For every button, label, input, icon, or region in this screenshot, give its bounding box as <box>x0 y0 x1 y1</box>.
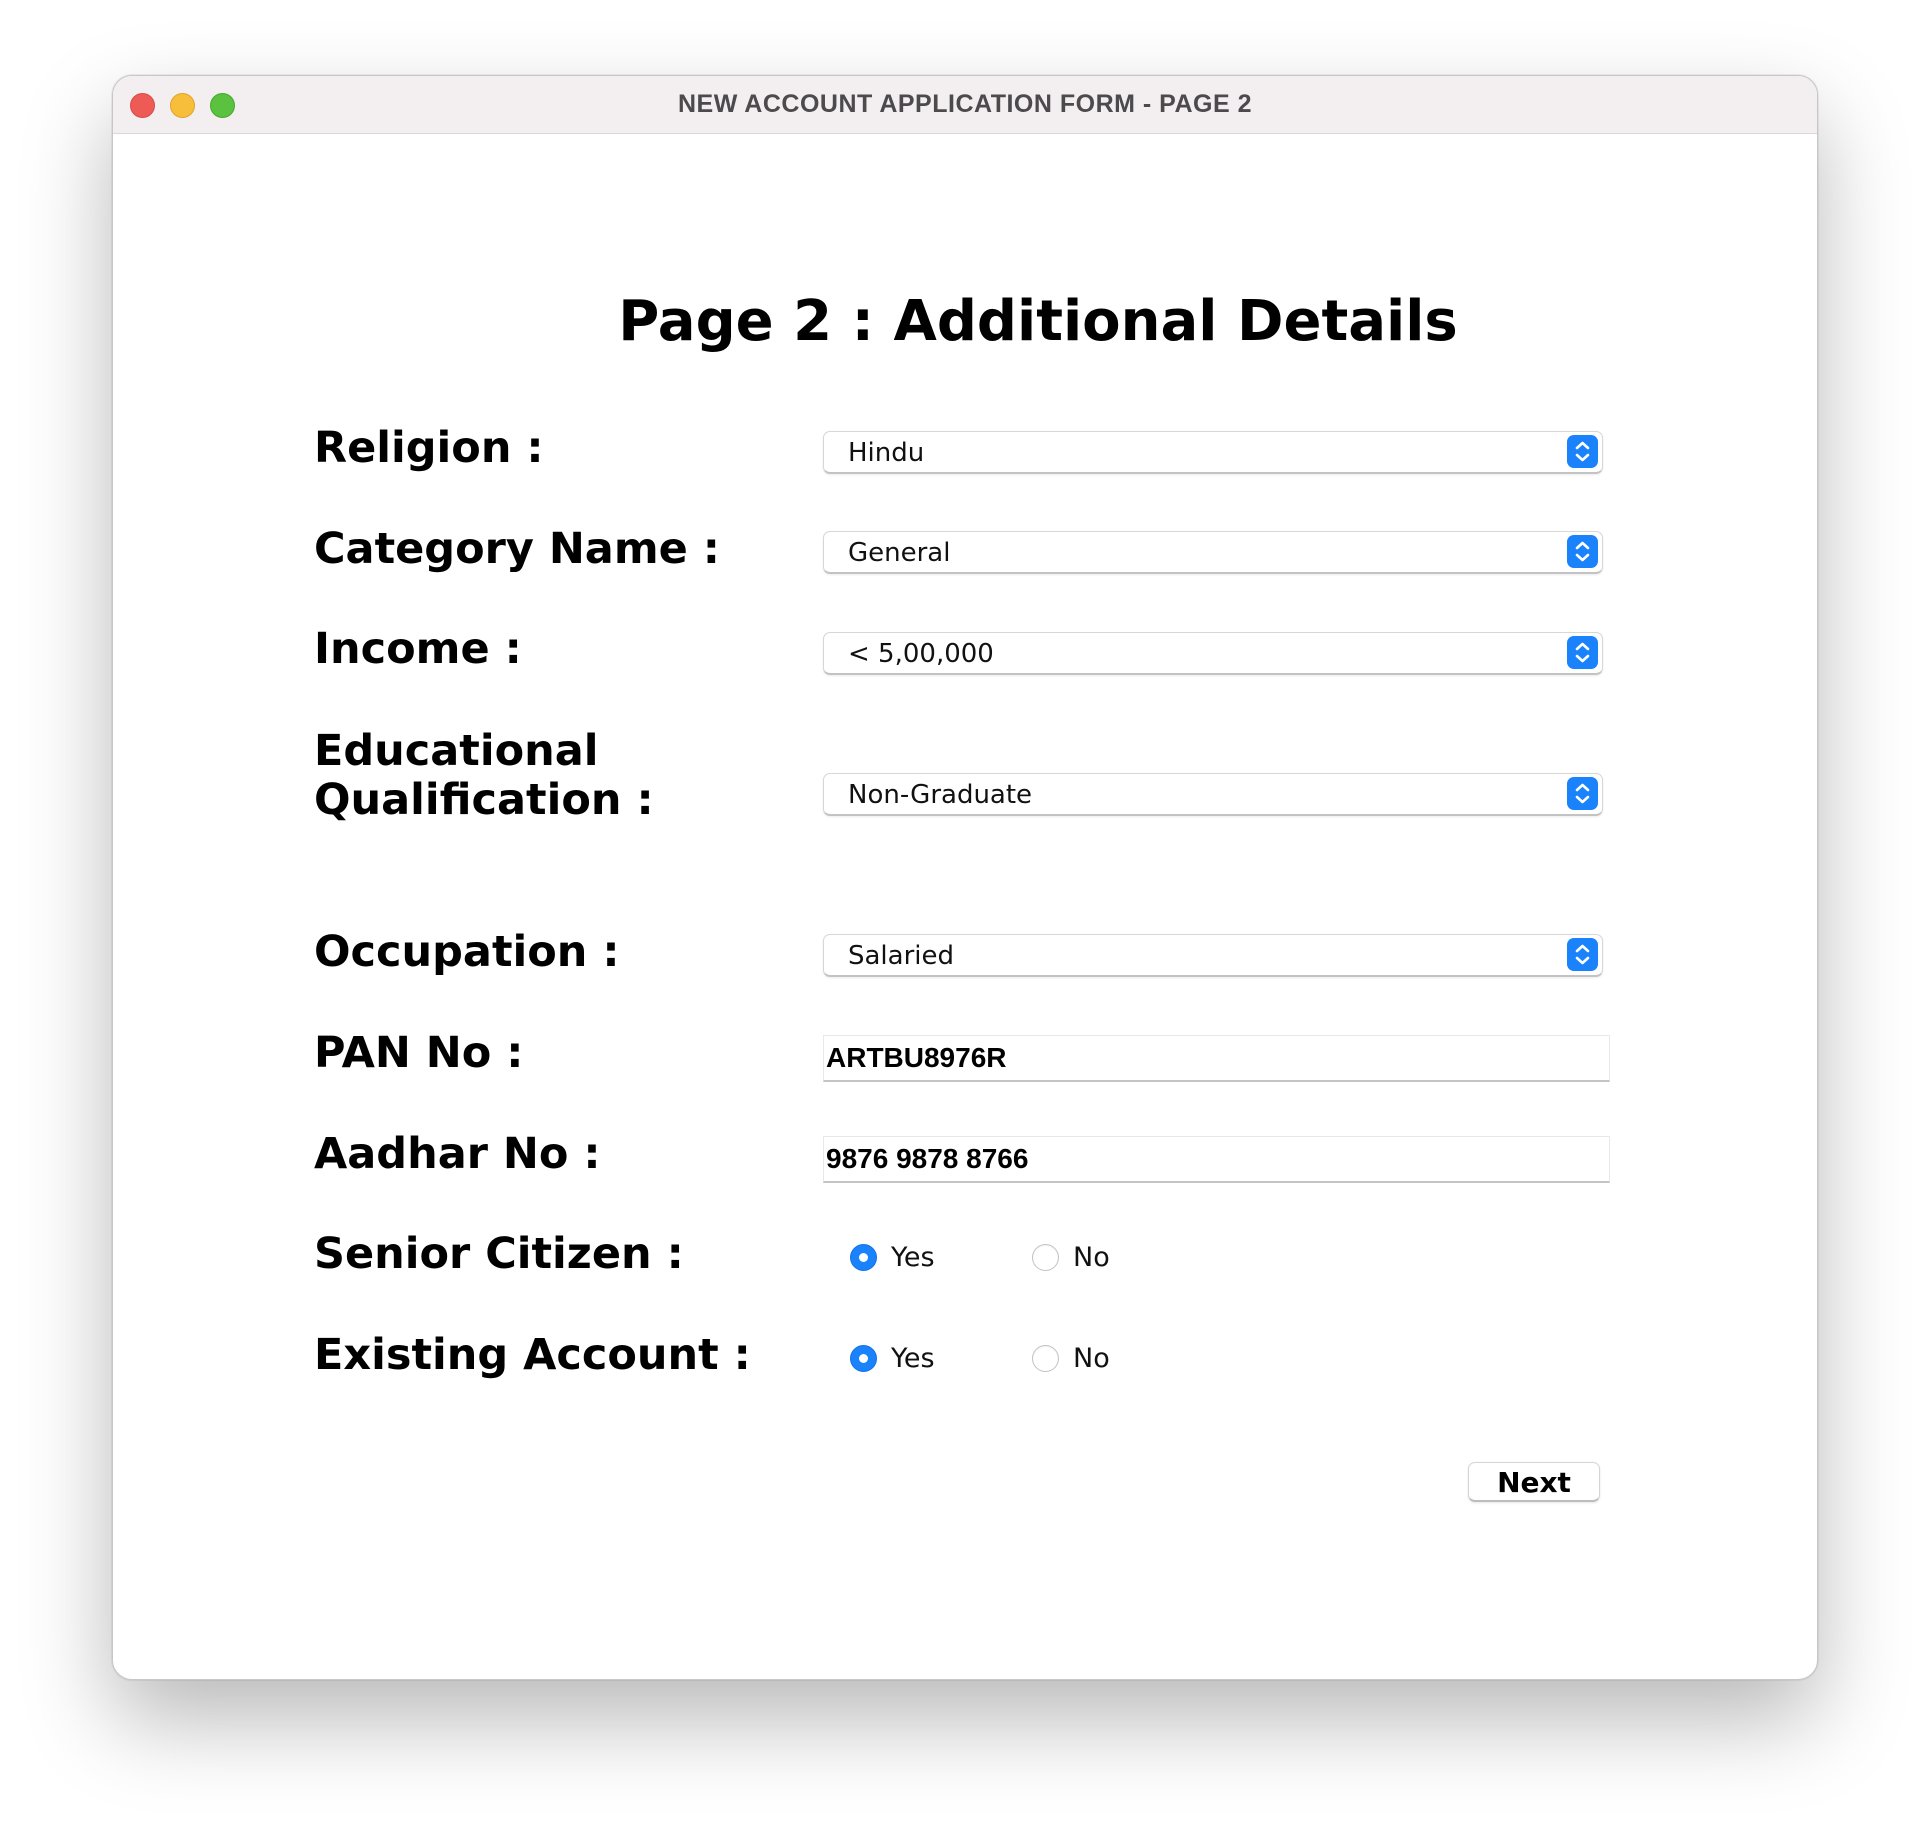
up-down-chevron-icon <box>1567 535 1598 568</box>
religion-label: Religion : <box>314 423 544 473</box>
income-select-value: < 5,00,000 <box>848 639 994 669</box>
pan-label: PAN No : <box>314 1028 524 1078</box>
aadhar-input-value: 9876 9878 8766 <box>826 1143 1029 1174</box>
up-down-chevron-icon <box>1567 636 1598 669</box>
up-down-chevron-icon <box>1567 435 1598 468</box>
income-label: Income : <box>314 624 522 674</box>
occupation-select-value: Salaried <box>848 941 955 971</box>
window-title: NEW ACCOUNT APPLICATION FORM - PAGE 2 <box>677 90 1253 118</box>
senior-citizen-no-radio[interactable] <box>1032 1244 1059 1271</box>
existing-account-no-label[interactable]: No <box>1073 1343 1110 1374</box>
income-select[interactable]: < 5,00,000 <box>823 632 1603 675</box>
up-down-chevron-icon <box>1567 777 1598 810</box>
existing-account-label: Existing Account : <box>314 1330 751 1380</box>
senior-citizen-yes-radio[interactable] <box>850 1244 877 1271</box>
page-title: Page 2 : Additional Details <box>618 289 1458 354</box>
existing-account-yes-radio[interactable] <box>850 1345 877 1372</box>
senior-citizen-label: Senior Citizen : <box>314 1229 684 1279</box>
religion-select-value: Hindu <box>848 438 925 468</box>
religion-select[interactable]: Hindu <box>823 431 1603 474</box>
education-label-line2: Qualification : <box>314 775 654 825</box>
occupation-select[interactable]: Salaried <box>823 934 1603 977</box>
education-label-line1: Educational <box>314 726 599 776</box>
aadhar-input[interactable]: 9876 9878 8766 <box>823 1136 1610 1183</box>
occupation-label: Occupation : <box>314 927 620 977</box>
category-label: Category Name : <box>314 524 720 574</box>
title-bar[interactable]: NEW ACCOUNT APPLICATION FORM - PAGE 2 <box>113 76 1817 134</box>
existing-account-yes-label[interactable]: Yes <box>891 1343 935 1374</box>
senior-citizen-no-label[interactable]: No <box>1073 1242 1110 1273</box>
pan-input[interactable]: ARTBU8976R <box>823 1035 1610 1082</box>
category-select[interactable]: General <box>823 531 1603 574</box>
existing-account-no-radio[interactable] <box>1032 1345 1059 1372</box>
senior-citizen-yes-label[interactable]: Yes <box>891 1242 935 1273</box>
education-select[interactable]: Non-Graduate <box>823 773 1603 816</box>
category-select-value: General <box>848 538 951 568</box>
pan-input-value: ARTBU8976R <box>826 1042 1007 1073</box>
next-button[interactable]: Next <box>1468 1462 1600 1502</box>
up-down-chevron-icon <box>1567 938 1598 971</box>
aadhar-label: Aadhar No : <box>314 1129 601 1179</box>
education-select-value: Non-Graduate <box>848 780 1033 810</box>
app-window: NEW ACCOUNT APPLICATION FORM - PAGE 2 Pa… <box>112 75 1818 1680</box>
